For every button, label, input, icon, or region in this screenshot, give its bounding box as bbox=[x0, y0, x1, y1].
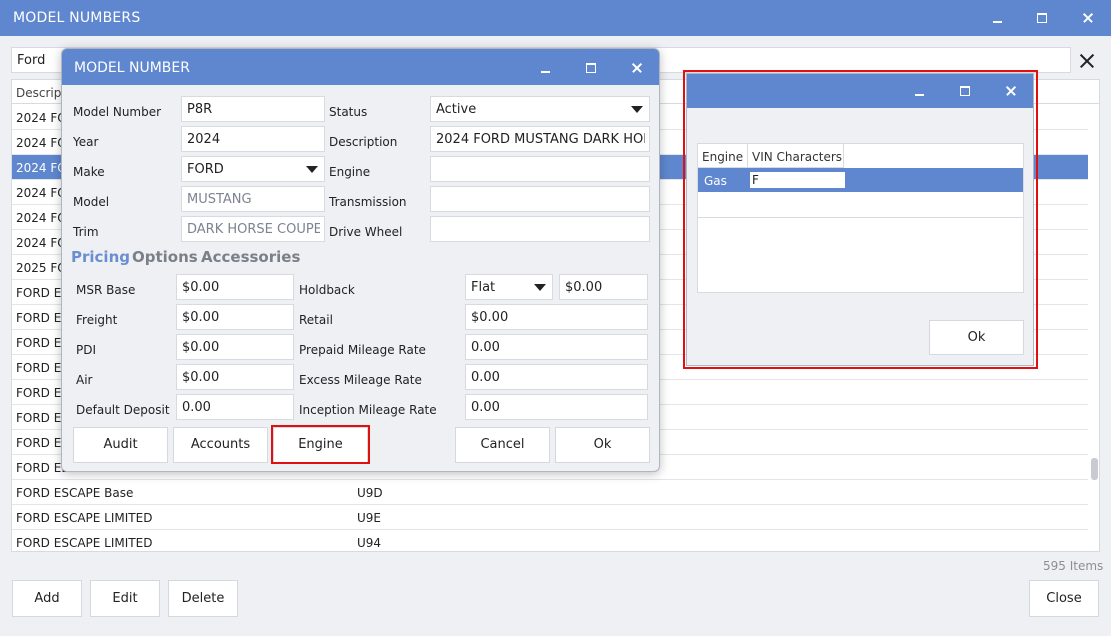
table-row[interactable]: FORD ESCAPE LIMITED U94 bbox=[12, 530, 1088, 551]
label-model: Model bbox=[73, 195, 110, 209]
description-field[interactable]: 2024 FORD MUSTANG DARK HORSE bbox=[430, 126, 650, 152]
label-pdi: PDI bbox=[76, 343, 97, 357]
cancel-button[interactable]: Cancel bbox=[455, 427, 550, 463]
label-inception-mileage-rate: Inception Mileage Rate bbox=[299, 403, 437, 417]
label-freight: Freight bbox=[76, 313, 118, 327]
label-excess-mileage-rate: Excess Mileage Rate bbox=[299, 373, 422, 387]
close-icon[interactable] bbox=[627, 58, 647, 78]
freight-field[interactable]: $0.00 bbox=[176, 304, 294, 330]
retail-field[interactable]: $0.00 bbox=[465, 304, 648, 330]
table-row[interactable]: FORD ESCAPE LIMITED U9E bbox=[12, 505, 1088, 530]
default-deposit-field[interactable]: 0.00 bbox=[176, 394, 294, 420]
excess-mileage-rate-field[interactable]: 0.00 bbox=[465, 364, 648, 390]
model-field[interactable]: MUSTANG bbox=[181, 186, 325, 212]
status-select[interactable]: Active bbox=[430, 96, 650, 122]
engine-button-highlight bbox=[271, 425, 370, 464]
label-msr-base: MSR Base bbox=[76, 283, 136, 297]
delete-button[interactable]: Delete bbox=[168, 580, 238, 617]
holdback-type-select[interactable]: Flat bbox=[465, 274, 553, 300]
chevron-down-icon bbox=[631, 106, 643, 113]
model-number-field[interactable]: P8R bbox=[181, 96, 325, 122]
minimize-icon[interactable] bbox=[536, 58, 556, 78]
maximize-icon[interactable] bbox=[1032, 8, 1052, 28]
label-trim: Trim bbox=[73, 225, 99, 239]
year-field[interactable]: 2024 bbox=[181, 126, 325, 152]
model-number-dialog: MODEL NUMBER Model Number P8R Year 2024 … bbox=[61, 48, 660, 472]
row-description: FORD ESCAPE Base bbox=[16, 486, 134, 500]
row-code: U9E bbox=[357, 511, 381, 525]
row-description: FORD ESCAPE LIMITED bbox=[16, 536, 153, 550]
row-code: U94 bbox=[357, 536, 382, 550]
engine-dialog-highlight bbox=[683, 70, 1038, 369]
window-title: MODEL NUMBERS bbox=[13, 10, 141, 26]
dialog-title: MODEL NUMBER bbox=[74, 60, 190, 76]
audit-button[interactable]: Audit bbox=[73, 427, 168, 463]
engine-field[interactable] bbox=[430, 156, 650, 182]
label-model-number: Model Number bbox=[73, 105, 162, 119]
label-prepaid-mileage-rate: Prepaid Mileage Rate bbox=[299, 343, 426, 357]
close-button[interactable]: Close bbox=[1029, 580, 1099, 617]
maximize-icon[interactable] bbox=[581, 58, 601, 78]
minimize-icon[interactable] bbox=[988, 8, 1008, 28]
label-engine: Engine bbox=[329, 165, 371, 179]
main-titlebar: MODEL NUMBERS bbox=[0, 0, 1111, 36]
grid-scrollbar-thumb[interactable] bbox=[1091, 458, 1098, 480]
clear-search-icon[interactable] bbox=[1076, 50, 1098, 72]
label-description: Description bbox=[329, 135, 398, 149]
label-air: Air bbox=[76, 373, 93, 387]
trim-field[interactable]: DARK HORSE COUPE bbox=[181, 216, 325, 242]
label-holdback: Holdback bbox=[299, 283, 355, 297]
label-default-deposit: Default Deposit bbox=[76, 403, 170, 417]
accounts-button[interactable]: Accounts bbox=[173, 427, 268, 463]
dialog-titlebar: MODEL NUMBER bbox=[62, 49, 659, 85]
ok-button[interactable]: Ok bbox=[555, 427, 650, 463]
label-transmission: Transmission bbox=[329, 195, 407, 209]
item-count: 595 Items bbox=[1043, 559, 1104, 573]
edit-button[interactable]: Edit bbox=[90, 580, 160, 617]
search-value: Ford bbox=[17, 53, 46, 68]
msr-base-field[interactable]: $0.00 bbox=[176, 274, 294, 300]
transmission-field[interactable] bbox=[430, 186, 650, 212]
chevron-down-icon bbox=[534, 284, 546, 291]
pdi-field[interactable]: $0.00 bbox=[176, 334, 294, 360]
label-drive-wheel: Drive Wheel bbox=[329, 225, 403, 239]
drive-wheel-field[interactable] bbox=[430, 216, 650, 242]
add-button[interactable]: Add bbox=[12, 580, 82, 617]
tab-pricing[interactable]: Pricing bbox=[71, 248, 130, 266]
air-field[interactable]: $0.00 bbox=[176, 364, 294, 390]
label-make: Make bbox=[73, 165, 105, 179]
prepaid-mileage-rate-field[interactable]: 0.00 bbox=[465, 334, 648, 360]
row-description: FORD ESCAPE LIMITED bbox=[16, 511, 153, 525]
close-icon[interactable] bbox=[1078, 8, 1098, 28]
tab-options[interactable]: Options bbox=[132, 248, 198, 266]
chevron-down-icon bbox=[306, 166, 318, 173]
row-code: U9D bbox=[357, 486, 383, 500]
inception-mileage-rate-field[interactable]: 0.00 bbox=[465, 394, 648, 420]
holdback-field[interactable]: $0.00 bbox=[559, 274, 648, 300]
label-retail: Retail bbox=[299, 313, 333, 327]
label-status: Status bbox=[329, 105, 368, 119]
label-year: Year bbox=[73, 135, 99, 149]
tab-accessories[interactable]: Accessories bbox=[201, 248, 300, 266]
make-select[interactable]: FORD bbox=[181, 156, 325, 182]
table-row[interactable]: FORD ESCAPE Base U9D bbox=[12, 480, 1088, 505]
